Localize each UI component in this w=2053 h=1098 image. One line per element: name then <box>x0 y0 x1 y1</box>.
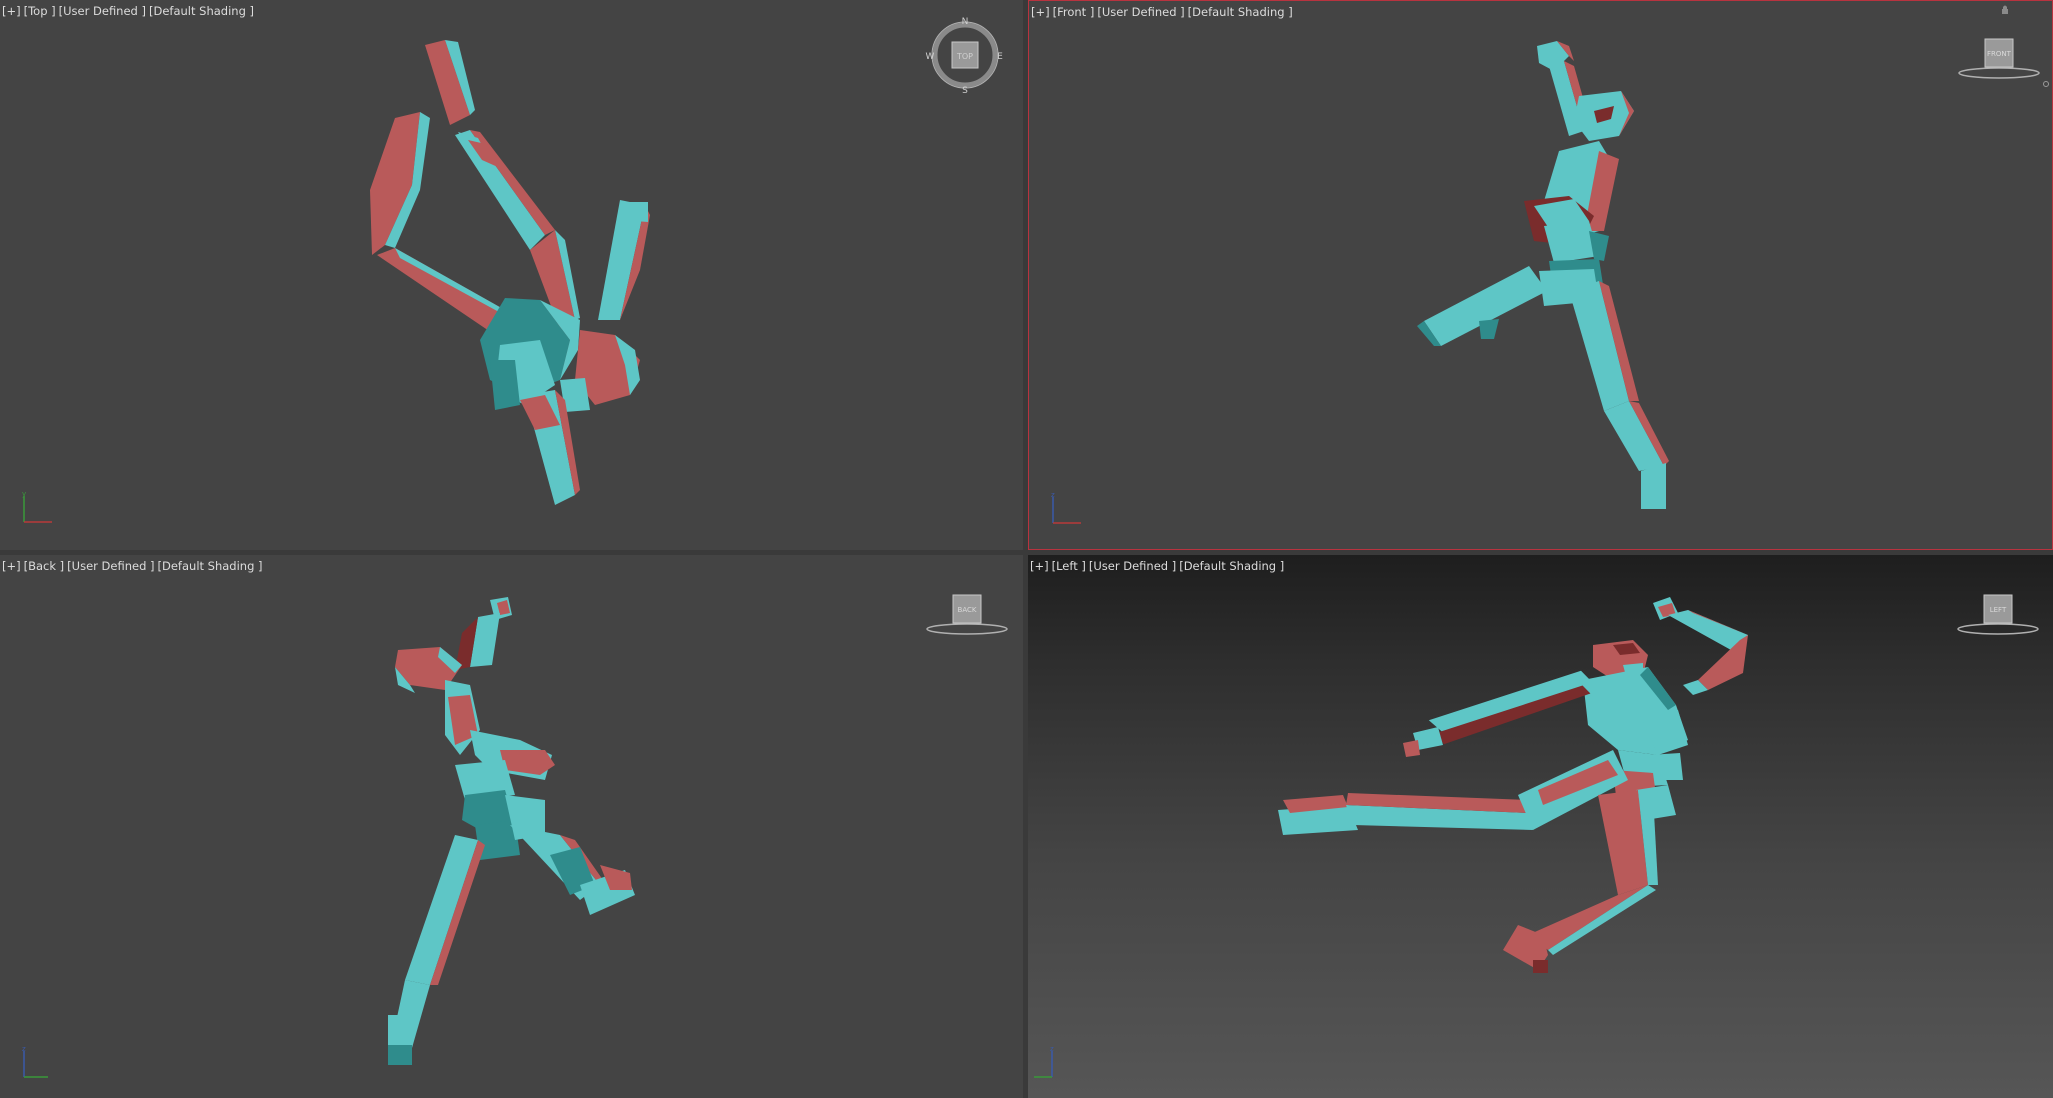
compass-north: N <box>962 17 969 27</box>
viewcube-face-label: BACK <box>958 606 977 614</box>
figure-part <box>388 1045 412 1065</box>
figure-part <box>1533 960 1548 973</box>
axis-tripod-icon: z <box>1051 491 1081 524</box>
figure-part <box>1641 463 1666 509</box>
viewport-lock-icon[interactable] <box>1999 3 2011 15</box>
figure-part <box>377 248 505 335</box>
viewport-front[interactable]: [+] [Front ] [User Defined ] [Default Sh… <box>1028 0 2053 550</box>
figure-part <box>622 202 648 222</box>
viewport-top[interactable]: [+] [Top ] [User Defined ] [Default Shad… <box>0 0 1023 550</box>
axis-tripod-icon: y <box>22 490 52 523</box>
figure-part <box>455 130 545 250</box>
svg-text:z: z <box>1050 1045 1054 1053</box>
viewport-back[interactable]: [+] [Back ] [User Defined ] [Default Sha… <box>0 555 1023 1098</box>
home-icon[interactable] <box>2041 79 2051 89</box>
svg-text:y: y <box>22 490 26 498</box>
viewcube-face-label: LEFT <box>1990 606 2007 614</box>
axis-tripod-icon: z <box>22 1045 48 1078</box>
figure-part <box>1479 319 1499 339</box>
figure-part <box>395 248 510 318</box>
svg-text:z: z <box>1051 491 1055 499</box>
viewcube-face-label: TOP <box>956 52 973 61</box>
viewcube-icon[interactable]: LEFT <box>1953 587 2043 637</box>
viewcube-icon[interactable]: BACK <box>922 587 1012 637</box>
figure-part <box>1544 221 1599 263</box>
figure-part <box>1403 740 1420 757</box>
axis-tripod-icon: z <box>1034 1045 1054 1078</box>
viewcube-icon[interactable]: FRONT <box>1954 31 2044 81</box>
figure-part <box>490 360 520 410</box>
character-figure-front <box>1417 41 1669 509</box>
character-figure-left <box>1278 597 1753 973</box>
compass-west: W <box>926 52 935 62</box>
compass-south: S <box>962 86 968 95</box>
viewport-left[interactable]: [+] [Left ] [User Defined ] [Default Sha… <box>1028 555 2053 1098</box>
character-figure-top <box>370 40 650 505</box>
viewcube-face-label: FRONT <box>1987 50 2012 58</box>
compass-east: E <box>997 52 1003 62</box>
figure-part <box>1528 885 1648 950</box>
viewcube-compass-icon[interactable]: TOP N S E W <box>925 15 1005 95</box>
character-figure-back <box>388 597 635 1065</box>
svg-text:z: z <box>22 1045 26 1053</box>
